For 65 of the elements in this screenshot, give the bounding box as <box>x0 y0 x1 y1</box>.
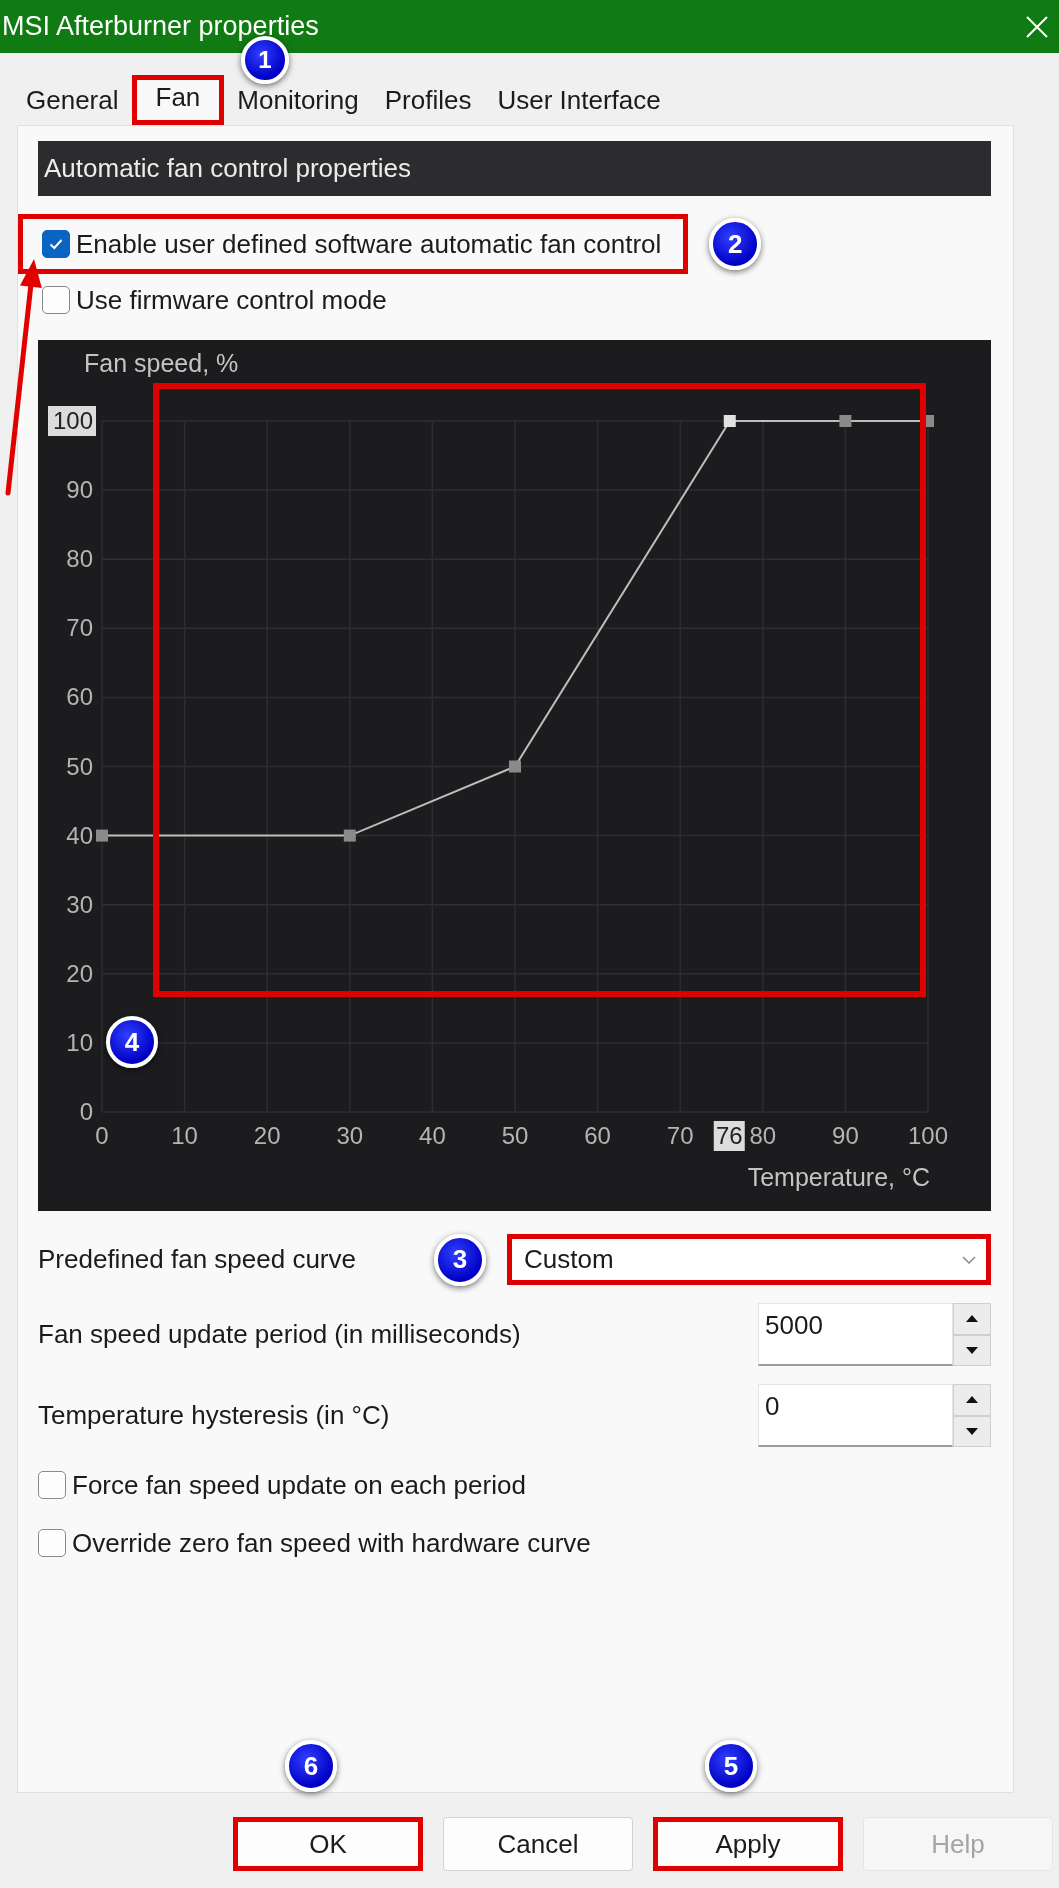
section-header: Automatic fan control properties <box>38 141 991 196</box>
y-axis-label: 80 <box>66 545 93 573</box>
curve-point[interactable] <box>839 415 852 427</box>
dialog-button[interactable]: Cancel <box>443 1817 633 1871</box>
y-axis-label: 20 <box>66 959 93 987</box>
checkbox[interactable] <box>42 286 70 314</box>
checkbox-label: Enable user defined software automatic fan control <box>76 228 662 260</box>
x-axis-label: 30 <box>336 1122 364 1149</box>
tab[interactable]: Profiles <box>371 75 485 125</box>
x-axis-label: 50 <box>501 1122 529 1149</box>
up-triangle-icon <box>966 1396 978 1404</box>
y-axis-label: 70 <box>66 614 93 642</box>
y-axis-label: 40 <box>66 821 93 849</box>
x-axis-label: 40 <box>419 1122 446 1149</box>
checkbox[interactable] <box>38 1529 66 1557</box>
dialog-button[interactable]: OK <box>233 1817 423 1871</box>
curve-point[interactable] <box>96 829 108 842</box>
x-axis-label: 0 <box>95 1122 109 1149</box>
y-axis-label: 10 <box>66 1028 93 1056</box>
curve-point[interactable] <box>343 829 356 842</box>
checkbox-label: Force fan speed update on each period <box>72 1469 526 1501</box>
setting-label: Predefined fan speed curve <box>38 1244 357 1275</box>
checkbox[interactable] <box>38 1471 66 1499</box>
tab[interactable]: Fan <box>131 75 225 125</box>
up-triangle-icon <box>966 1315 978 1323</box>
chevron-down-icon <box>962 1255 976 1264</box>
x-axis-label: 10 <box>171 1122 198 1149</box>
y-axis-title: Fan speed, % <box>84 349 239 377</box>
x-axis-label: 90 <box>832 1122 859 1149</box>
x-axis-title: Temperature, °C <box>747 1163 930 1191</box>
x-axis-label: 60 <box>584 1122 611 1149</box>
close-icon <box>1025 14 1049 39</box>
step-badge: 3 <box>434 1233 486 1286</box>
y-axis-label: 90 <box>66 476 93 504</box>
increment-button[interactable] <box>953 1384 991 1416</box>
number-field[interactable]: 5000 <box>758 1303 953 1366</box>
dropdown[interactable]: Custom <box>507 1234 991 1285</box>
x-axis-label: 20 <box>253 1122 281 1149</box>
step-badge: 1 <box>241 36 289 84</box>
down-triangle-icon <box>966 1427 978 1435</box>
checkbox-label: Use firmware control mode <box>76 284 387 316</box>
setting-label: Fan speed update period (in milliseconds) <box>38 1319 522 1350</box>
y-axis-label: 30 <box>66 890 93 918</box>
curve-point[interactable] <box>723 415 736 427</box>
cursor-x-label: 76 <box>713 1121 745 1151</box>
checkbox-label: Override zero fan speed with hardware curve <box>72 1527 591 1559</box>
step-badge: 4 <box>106 1016 158 1068</box>
step-badge: 2 <box>709 218 762 270</box>
y-axis-label: 0 <box>79 1098 93 1125</box>
tab[interactable]: User Interface <box>484 75 674 125</box>
increment-button[interactable] <box>953 1303 991 1335</box>
decrement-button[interactable] <box>953 1415 991 1447</box>
decrement-button[interactable] <box>953 1334 991 1366</box>
cursor-y-label: 100 <box>48 406 96 436</box>
setting-label: Temperature hysteresis (in °C) <box>38 1400 391 1431</box>
dialog-button[interactable]: Apply <box>653 1817 843 1871</box>
x-axis-label: 100 <box>908 1122 948 1149</box>
down-triangle-icon <box>966 1346 978 1354</box>
y-axis-label: 50 <box>66 752 93 780</box>
y-axis-label: 60 <box>66 683 93 711</box>
x-axis-label: 70 <box>666 1122 694 1149</box>
checkbox[interactable] <box>42 230 70 258</box>
number-field[interactable]: 0 <box>758 1384 953 1447</box>
x-axis-label: 80 <box>749 1122 777 1149</box>
tab[interactable]: General <box>13 75 132 125</box>
